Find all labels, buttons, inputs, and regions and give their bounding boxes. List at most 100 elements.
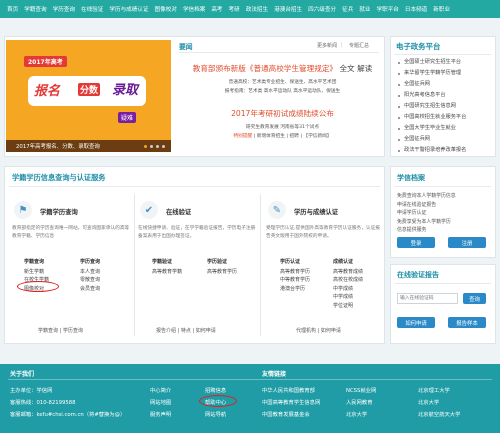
headline-1-sub-b[interactable]: 报考指南：艺术类 高水平运动队 高水平运动队、保送生 — [180, 88, 385, 94]
headline-1-link[interactable]: 教育部颁布新版《普通高校学生管理规定》 — [193, 64, 337, 73]
verify-query-button[interactable]: 查询 — [463, 293, 486, 304]
egov-link[interactable]: 中国高校招生就业服务平台 — [396, 112, 494, 123]
single-query-link[interactable]: 零散查询 — [80, 276, 100, 285]
sitemap-link[interactable]: 网站地图 — [150, 398, 171, 406]
friend-link[interactable]: 北京航空航天大学 — [418, 410, 460, 418]
nav-item[interactable]: 新职业 — [430, 5, 453, 13]
topic-summary-link[interactable]: 专题汇总 — [349, 42, 369, 49]
banner-word-1: 报名 — [34, 84, 61, 99]
status-query-heading[interactable]: 学籍查询 — [24, 258, 49, 267]
college-score-link[interactable]: 高校在校成绩 — [333, 276, 363, 285]
friend-link[interactable]: 北京理工大学 — [418, 386, 450, 394]
carousel-dot[interactable] — [156, 144, 159, 148]
friend-link[interactable]: 中国教育发展基金会 — [262, 410, 310, 418]
egov-link[interactable]: 全国硕士研究生招生平台 — [396, 57, 494, 68]
about-link[interactable]: 中心简介 — [150, 386, 171, 394]
degree-cert-heading[interactable]: 学历认证 — [280, 258, 310, 267]
archive-title: 学信档案 — [397, 174, 425, 182]
site-nav-link[interactable]: 网站导航 — [205, 410, 226, 418]
card-2-title[interactable]: 在线验证 — [166, 207, 191, 216]
hk-mo-tw-degree-cert-link[interactable]: 港澳台学历 — [280, 285, 310, 294]
card-1-links[interactable]: 学籍查询 | 学历查询 — [38, 327, 83, 334]
headline-1-sub-a[interactable]: 普通高校：艺术类专业招生、保送生、高水平艺术团 — [180, 79, 385, 85]
site-footer: 关于我们 友情链接 主办单位：学信网 客服热线：010-82199588 客服邮… — [0, 364, 500, 433]
nav-item[interactable]: 学籍查询 — [21, 5, 49, 13]
friend-link[interactable]: 北京大学 — [346, 410, 367, 418]
carousel-dots[interactable] — [144, 144, 165, 148]
nav-item[interactable]: 图像校对 — [152, 5, 180, 13]
higher-edu-score-link[interactable]: 高等教育成绩 — [333, 268, 363, 277]
member-query-link[interactable]: 会员查询 — [80, 285, 100, 294]
egov-link[interactable]: 政法干警招录培养改革报名 — [396, 145, 494, 156]
nav-item[interactable]: 高考 — [208, 5, 225, 13]
headline-1-interpret-link[interactable]: 解读 — [357, 64, 372, 73]
card-3-title[interactable]: 学历与成绩认证 — [294, 207, 338, 216]
banner-word-3: 录取 — [112, 83, 139, 98]
exam-banner[interactable]: 2017年高考 报名 分数 录取 疑难 2017年高考报名、分数、录取查询 — [6, 40, 171, 152]
secondary-edu-degree-cert-link[interactable]: 中等教育学历 — [280, 276, 310, 285]
how-to-apply-button[interactable]: 如何申请 — [397, 317, 435, 328]
egov-link[interactable]: 阳光高考信息平台 — [396, 90, 494, 101]
middle-school-score-link[interactable]: 中学成绩 — [333, 285, 363, 294]
carousel-dot[interactable] — [144, 144, 147, 148]
register-button[interactable]: 注册 — [448, 237, 486, 248]
card-3-links[interactable]: 代理机构 | 如何申请 — [296, 327, 341, 334]
services-title: 学籍学历信息查询与认证服务 — [12, 173, 106, 182]
egov-link[interactable]: 中国研究生招生信息网 — [396, 101, 494, 112]
egov-link[interactable]: 全国征兵网 — [396, 134, 494, 145]
headline-2-sub-a[interactable]: 研究生教育发展 河南省等31个试点 — [180, 124, 385, 130]
carousel-dot[interactable] — [162, 144, 165, 148]
card-1-title[interactable]: 学籍学历查询 — [40, 207, 78, 216]
card-3-desc: 受理学历认证,提供国外高等教育学历认证服务，认证报告英文版用于国外院校的申请。 — [266, 226, 380, 239]
egov-link[interactable]: 来华留学生学籍学历管理 — [396, 68, 494, 79]
about-us-title: 关于我们 — [10, 371, 35, 378]
middle-school-score-link-2[interactable]: 中学成绩 — [333, 293, 363, 302]
nav-item[interactable]: 学历查询 — [50, 5, 78, 13]
nav-item[interactable]: 政法招生 — [243, 5, 271, 13]
status-verify-heading[interactable]: 学籍验证 — [152, 258, 182, 267]
headline-2-link[interactable]: 2017年考研初试成绩陆续公布 — [180, 108, 385, 119]
service-statement-link[interactable]: 服务声明 — [150, 410, 171, 418]
friend-link[interactable]: 北京大学 — [418, 398, 439, 406]
jobs-link[interactable]: 招聘信息 — [205, 386, 226, 394]
friendly-links-title: 友情链接 — [262, 371, 287, 378]
friend-link[interactable]: 中华人民共和国教育部 — [262, 386, 315, 394]
egov-link[interactable]: 全国征兵网 — [396, 79, 494, 90]
nav-item[interactable]: 港澳台招生 — [271, 5, 305, 13]
login-button[interactable]: 登录 — [397, 237, 435, 248]
self-query-link[interactable]: 本人查询 — [80, 268, 100, 277]
score-cert-heading[interactable]: 成绩认证 — [333, 258, 363, 267]
friend-link[interactable]: 中国高等教育学生信息网 — [262, 398, 320, 406]
degree-query-heading[interactable]: 学历查询 — [80, 258, 100, 267]
card-2-col-2: 学历验证 高等教育学历 — [207, 258, 237, 276]
verify-code-input[interactable] — [397, 293, 458, 304]
higher-edu-degree-verify-link[interactable]: 高等教育学历 — [207, 268, 237, 277]
nav-item[interactable]: 考研 — [226, 5, 243, 13]
new-student-status-link[interactable]: 新生学籍 — [24, 268, 49, 277]
degree-proof-link[interactable]: 学位证明 — [333, 302, 363, 311]
friend-link[interactable]: NCSS就业网 — [346, 386, 376, 394]
nav-item[interactable]: 学职平台 — [374, 5, 402, 13]
nav-item[interactable]: 就业 — [356, 5, 373, 13]
nav-item[interactable]: 四六级查分 — [305, 5, 339, 13]
headline-1-tail[interactable]: 全文 — [339, 64, 354, 73]
special-reminder-link[interactable]: 特别提醒 — [233, 134, 252, 139]
news-divider — [179, 52, 379, 53]
report-sample-button[interactable]: 报告样本 — [448, 317, 486, 328]
nav-item[interactable]: 日本频道 — [402, 5, 430, 13]
degree-verify-heading[interactable]: 学历验证 — [207, 258, 237, 267]
more-news-link[interactable]: 更多新闻 — [317, 42, 337, 49]
nav-item[interactable]: 征兵 — [339, 5, 356, 13]
nav-item[interactable]: 在线验证 — [78, 5, 106, 13]
higher-edu-degree-cert-link[interactable]: 高等教育学历 — [280, 268, 310, 277]
card-2-links[interactable]: 报告介绍 | 特点 | 如何申请 — [156, 327, 216, 334]
headline-2-sub-b-rest[interactable]: | 新增体育招生 | 招聘 | 【学信新闻】 — [254, 134, 332, 139]
egov-link[interactable]: 全国大学生毕业生就业 — [396, 123, 494, 134]
nav-item[interactable]: 学历与成绩认证 — [106, 5, 151, 13]
friend-link[interactable]: 人民网教育 — [346, 398, 373, 406]
nav-item[interactable]: 学信档案 — [180, 5, 208, 13]
higher-edu-status-verify-link[interactable]: 高等教育学籍 — [152, 268, 182, 277]
nav-item[interactable]: 首页 — [4, 5, 21, 13]
archive-line: 免费享受为本人学籍学历 — [397, 218, 451, 225]
carousel-dot[interactable] — [150, 144, 153, 148]
